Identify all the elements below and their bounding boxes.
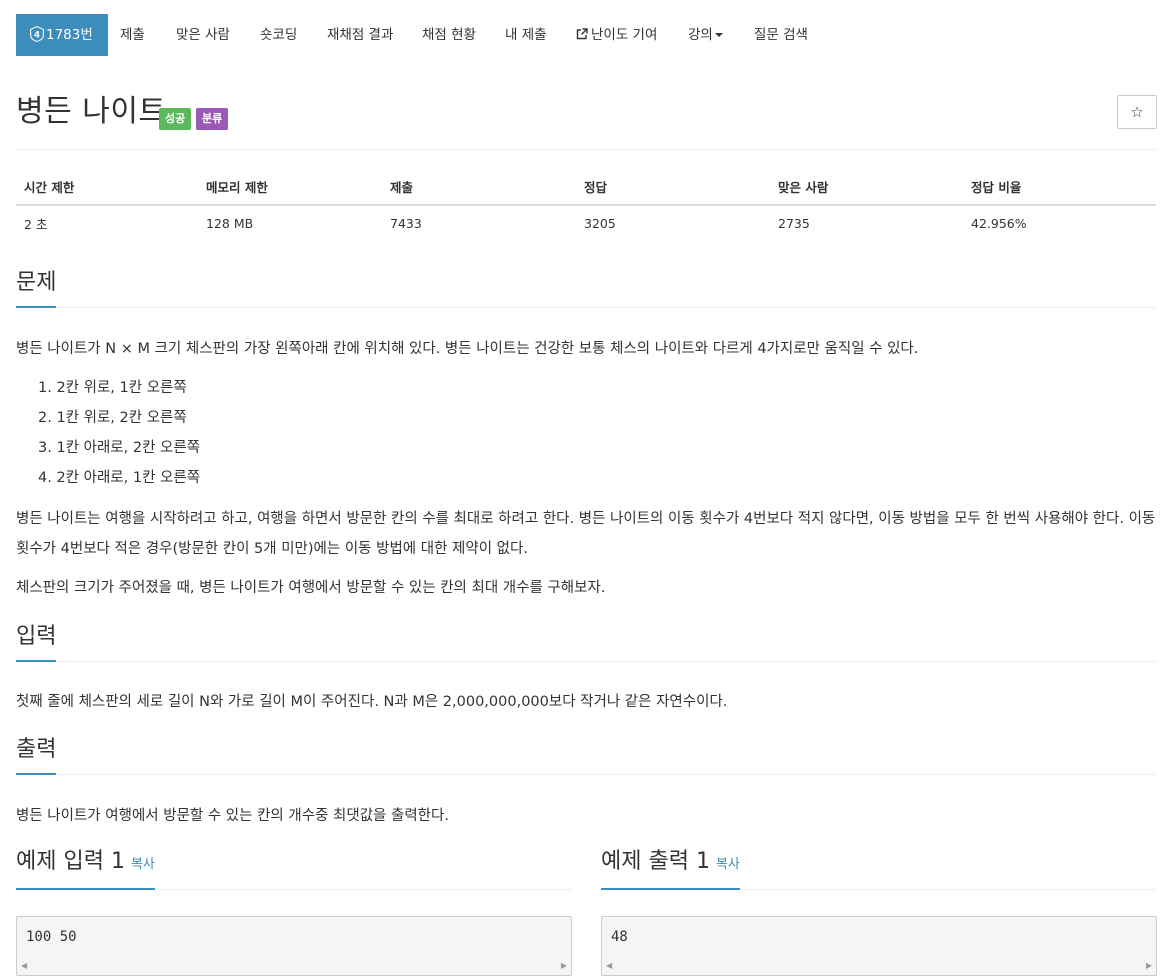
- sample-input-box[interactable]: 100 50 ◀ ▶: [16, 916, 572, 976]
- output-description: 병든 나이트가 여행에서 방문할 수 있는 칸의 개수중 최댓값을 출력한다.: [16, 808, 449, 824]
- tab-accepted-users[interactable]: 맞은 사람: [176, 14, 230, 56]
- problem-headline: 문제: [16, 268, 1157, 308]
- tab-submit[interactable]: 제출: [120, 14, 145, 56]
- tab-lectures-dropdown[interactable]: 강의: [688, 14, 723, 56]
- tier-number: 4: [34, 31, 40, 41]
- header-accuracy: 정답 비율: [963, 168, 1156, 206]
- list-item: 1. 2칸 위로, 1칸 오른쪽: [38, 380, 187, 396]
- problem-paragraph-3: 체스판의 크기가 주어졌을 때, 병든 나이트가 여행에서 방문할 수 있는 칸…: [16, 580, 606, 596]
- tab-problem[interactable]: 4 1783번: [16, 14, 108, 56]
- header-accepted-users: 맞은 사람: [770, 168, 963, 206]
- title-divider: [16, 149, 1157, 150]
- problem-info-table: 시간 제한 메모리 제한 제출 정답 맞은 사람 정답 비율 2 초 128 M…: [16, 168, 1156, 240]
- list-item: 3. 1칸 아래로, 2칸 오른쪽: [38, 440, 201, 456]
- tier-badge-icon: 4: [30, 26, 44, 42]
- problem-nav: 4 1783번 제출 맞은 사람 숏코딩 재채점 결과 채점 현황 내 제출 난…: [16, 14, 1157, 56]
- header-memory-limit: 메모리 제한: [198, 168, 382, 206]
- sample-input-title: 예제 입력 1: [16, 849, 125, 874]
- value-submissions: 7433: [390, 215, 422, 231]
- copy-input-link[interactable]: 복사: [131, 857, 155, 872]
- input-description: 첫째 줄에 체스판의 세로 길이 N와 가로 길이 M이 주어진다. N과 M은…: [16, 694, 728, 710]
- problem-number: 1783번: [46, 27, 93, 43]
- copy-output-link[interactable]: 복사: [716, 857, 740, 872]
- star-icon: ☆: [1130, 103, 1144, 121]
- tab-rejudge-results[interactable]: 재채점 결과: [327, 14, 393, 56]
- value-correct: 3205: [584, 215, 616, 231]
- caret-down-icon: [714, 33, 723, 37]
- value-accepted-users: 2735: [778, 215, 810, 231]
- sample-output-headline: 예제 출력 1 복사: [601, 847, 1157, 890]
- value-time-limit: 2 초: [24, 216, 48, 232]
- output-headline: 출력: [16, 735, 1157, 775]
- value-memory-limit: 128 MB: [206, 215, 254, 231]
- status-badge-success: 성공: [159, 108, 192, 130]
- tab-short-coding[interactable]: 숏코딩: [260, 14, 297, 56]
- info-header-row: 시간 제한 메모리 제한 제출 정답 맞은 사람 정답 비율: [16, 168, 1156, 206]
- value-accuracy: 42.956%: [971, 215, 1027, 231]
- tab-judge-status[interactable]: 채점 현황: [422, 14, 476, 56]
- problem-paragraph-2: 병든 나이트는 여행을 시작하려고 하고, 여행을 하면서 방문한 칸의 수를 …: [16, 511, 1156, 557]
- sample-output-title: 예제 출력 1: [601, 849, 710, 874]
- header-time-limit: 시간 제한: [16, 168, 198, 206]
- info-value-row: 2 초 128 MB 7433 3205 2735 42.956%: [16, 205, 1156, 240]
- problem-title: 병든 나이트: [16, 94, 167, 129]
- header-correct: 정답: [576, 168, 770, 206]
- sample-input-headline: 예제 입력 1 복사: [16, 847, 572, 890]
- horizontal-scrollbar[interactable]: ◀ ▶: [17, 961, 571, 971]
- output-heading: 출력: [16, 735, 57, 775]
- input-heading: 입력: [16, 622, 57, 662]
- problem-heading: 문제: [16, 268, 57, 308]
- external-link-icon: [576, 15, 588, 57]
- tab-question-search[interactable]: 질문 검색: [754, 14, 808, 56]
- sample-output-content: 48: [611, 929, 628, 945]
- sample-input-content: 100 50: [26, 929, 77, 945]
- sample-output-heading: 예제 출력 1 복사: [601, 847, 740, 890]
- list-item: 2. 1칸 위로, 2칸 오른쪽: [38, 410, 187, 426]
- tab-lectures-label: 강의: [688, 27, 713, 43]
- problem-intro: 병든 나이트가 N × M 크기 체스판의 가장 왼쪽아래 칸에 위치해 있다.…: [16, 341, 919, 357]
- horizontal-scrollbar[interactable]: ◀ ▶: [602, 961, 1156, 971]
- category-badge[interactable]: 분류: [196, 108, 229, 130]
- favorite-star-button[interactable]: ☆: [1117, 95, 1157, 129]
- input-headline: 입력: [16, 622, 1157, 662]
- tab-difficulty-label: 난이도 기여: [591, 27, 658, 43]
- title-row: 병든 나이트 성공 분류 ☆: [16, 92, 1157, 132]
- tab-my-submissions[interactable]: 내 제출: [505, 14, 547, 56]
- sample-output-box[interactable]: 48 ◀ ▶: [601, 916, 1157, 976]
- header-submissions: 제출: [382, 168, 576, 206]
- move-list: 1. 2칸 위로, 1칸 오른쪽 2. 1칸 위로, 2칸 오른쪽 3. 1칸 …: [16, 373, 200, 493]
- sample-input-heading: 예제 입력 1 복사: [16, 847, 155, 890]
- tab-difficulty-contribution[interactable]: 난이도 기여: [576, 14, 657, 56]
- list-item: 4. 2칸 아래로, 1칸 오른쪽: [38, 470, 201, 486]
